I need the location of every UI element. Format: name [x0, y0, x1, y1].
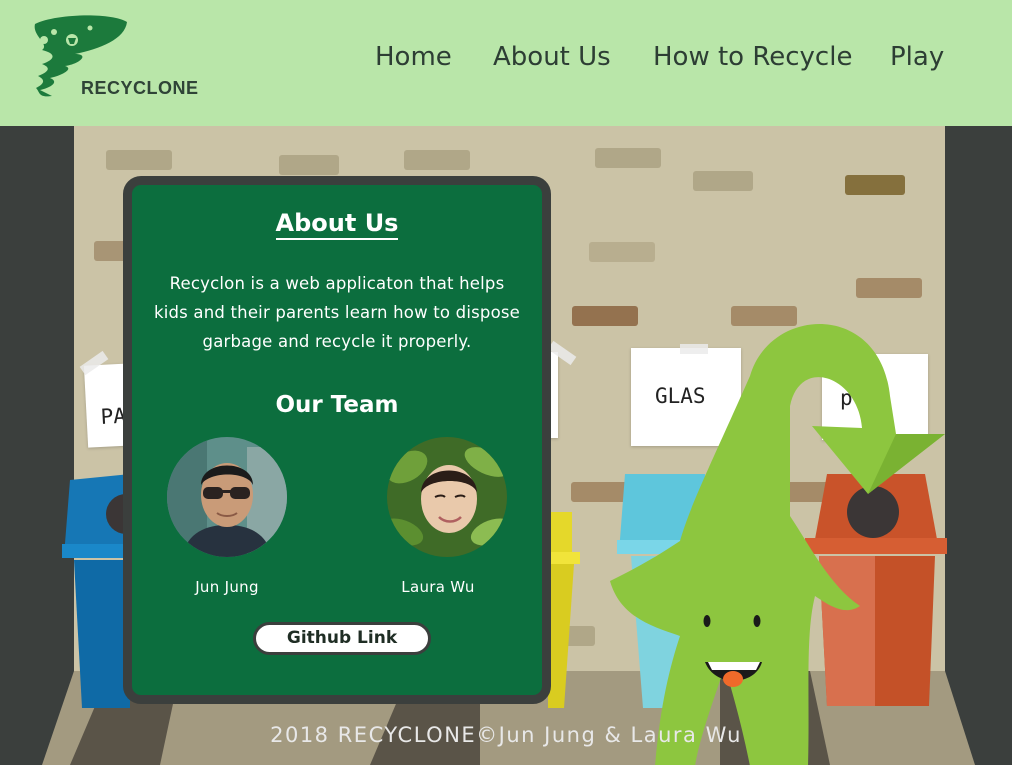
main-nav: Home About Us How to Recycle Play	[0, 42, 1012, 82]
man-with-sunglasses-photo	[167, 437, 287, 557]
green-arrow-mascot-icon	[610, 324, 945, 765]
brick	[693, 171, 753, 191]
member-name: Jun Jung	[195, 578, 259, 596]
brick	[595, 148, 661, 168]
nav-play[interactable]: Play	[890, 42, 944, 72]
nav-how-to-recycle[interactable]: How to Recycle	[653, 42, 852, 72]
avatar-jun-jung	[167, 437, 287, 557]
avatar-laura-wu	[387, 437, 507, 557]
modal-title-text: About Us	[275, 209, 399, 240]
modal-title: About Us	[132, 209, 542, 240]
about-description: Recyclon is a web applicaton that helps …	[153, 274, 521, 351]
github-link-button[interactable]: Github Link	[253, 622, 431, 655]
about-us-modal: About Us Recyclon is a web applicaton th…	[123, 176, 551, 704]
brick	[845, 175, 905, 195]
woman-in-leaves-photo	[387, 437, 507, 557]
brick	[856, 278, 922, 298]
brick	[589, 242, 655, 262]
brick	[106, 150, 172, 170]
member-name: Laura Wu	[401, 578, 475, 596]
site-header: RECYCLONE Home About Us How to Recycle P…	[0, 0, 1012, 126]
team-heading: Our Team	[275, 392, 399, 418]
yellow-bin	[548, 512, 580, 708]
site-footer: 2018 RECYCLONE©Jun Jung & Laura Wu	[270, 723, 742, 747]
nav-home[interactable]: Home	[375, 42, 452, 72]
brick	[279, 155, 339, 175]
nav-about-us[interactable]: About Us	[493, 42, 611, 72]
blue-bin	[62, 474, 130, 708]
brick	[404, 150, 470, 170]
